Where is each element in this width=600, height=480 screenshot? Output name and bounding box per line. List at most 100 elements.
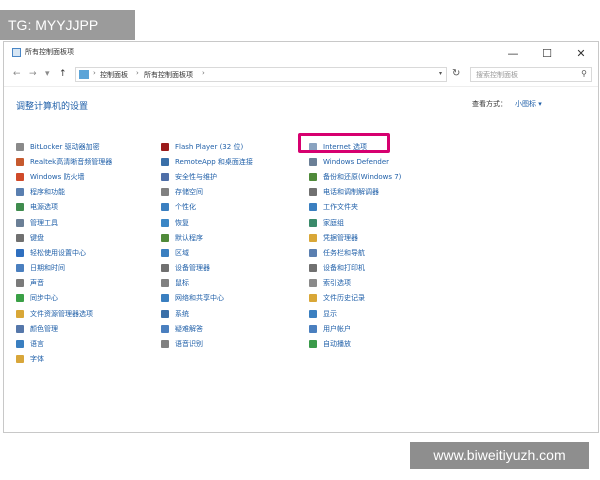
- control-panel-item[interactable]: 备份和还原(Windows 7): [309, 169, 401, 184]
- control-panel-item[interactable]: RemoteApp 和桌面连接: [161, 154, 253, 169]
- control-panel-item[interactable]: 自动播放: [309, 336, 401, 351]
- control-panel-item[interactable]: 凭据管理器: [309, 230, 401, 245]
- control-panel-item-label: BitLocker 驱动器加密: [30, 142, 100, 151]
- control-panel-item-label: 系统: [175, 309, 189, 318]
- control-panel-item[interactable]: 电源选项: [16, 200, 112, 215]
- control-panel-item[interactable]: 安全性与维护: [161, 169, 253, 184]
- sync-center-icon: [16, 294, 24, 303]
- control-panel-item[interactable]: 设备管理器: [161, 261, 253, 276]
- address-dropdown-icon[interactable]: ▾: [439, 70, 442, 77]
- refresh-icon[interactable]: ↻: [452, 68, 460, 79]
- view-by-dropdown[interactable]: 小图标 ▾: [515, 99, 542, 109]
- control-panel-item[interactable]: 工作文件夹: [309, 200, 401, 215]
- bitlocker-icon: [16, 142, 24, 151]
- devices-printers-icon: [309, 264, 317, 273]
- control-panel-item[interactable]: 文件历史记录: [309, 291, 401, 306]
- back-arrow-icon[interactable]: ←: [13, 69, 21, 79]
- items-column-3: Internet 选项 Windows Defender 备份和还原(Windows…: [309, 139, 401, 352]
- control-panel-item[interactable]: 家庭组: [309, 215, 401, 230]
- control-panel-item[interactable]: Flash Player (32 位): [161, 139, 253, 154]
- control-panel-item-label: 自动播放: [323, 340, 351, 349]
- control-panel-item[interactable]: 文件资源管理器选项: [16, 306, 112, 321]
- control-panel-item[interactable]: Realtek高清晰音频管理器: [16, 154, 112, 169]
- display-icon: [309, 309, 317, 318]
- close-button[interactable]: ✕: [564, 42, 598, 64]
- control-panel-item[interactable]: 默认程序: [161, 230, 253, 245]
- taskbar-navigation-icon: [309, 248, 317, 257]
- search-input[interactable]: 搜索控制面板 ⚲: [470, 67, 592, 82]
- breadcrumb-control-panel[interactable]: 控制面板: [100, 70, 128, 80]
- control-panel-item[interactable]: 设备和打印机: [309, 261, 401, 276]
- control-panel-item[interactable]: 轻松使用设置中心: [16, 245, 112, 260]
- control-panel-item[interactable]: 程序和功能: [16, 185, 112, 200]
- control-panel-item-label: 键盘: [30, 233, 44, 242]
- ease-of-access-icon: [16, 248, 24, 257]
- autoplay-icon: [309, 340, 317, 349]
- address-bar[interactable]: › 控制面板 › 所有控制面板项 › ▾: [75, 67, 447, 82]
- remoteapp-icon: [161, 157, 169, 166]
- system-icon: [161, 309, 169, 318]
- keyboard-icon: [16, 233, 24, 242]
- control-panel-item-label: Windows 防火墙: [30, 172, 85, 181]
- control-panel-item-label: 声音: [30, 279, 44, 288]
- control-panel-item[interactable]: 恢复: [161, 215, 253, 230]
- control-panel-item-label: 字体: [30, 355, 44, 364]
- control-panel-item-label: 鼠标: [175, 279, 189, 288]
- control-panel-item-label: 网络和共享中心: [175, 294, 224, 303]
- window-controls: — ☐ ✕: [496, 42, 598, 64]
- control-panel-item[interactable]: 用户帐户: [309, 321, 401, 336]
- control-panel-item[interactable]: Windows Defender: [309, 154, 401, 169]
- control-panel-item-label: 用户帐户: [323, 324, 351, 333]
- control-panel-item[interactable]: Windows 防火墙: [16, 169, 112, 184]
- breadcrumb-separator-icon: ›: [136, 69, 139, 77]
- control-panel-item-label: 家庭组: [323, 218, 344, 227]
- minimize-button[interactable]: —: [496, 42, 530, 64]
- credential-manager-icon: [309, 233, 317, 242]
- breadcrumb-separator-icon: ›: [202, 69, 205, 77]
- recent-locations-dropdown-icon[interactable]: ▾: [45, 69, 50, 79]
- control-panel-icon: [12, 48, 21, 57]
- control-panel-item[interactable]: 存储空间: [161, 185, 253, 200]
- control-panel-item-label: 安全性与维护: [175, 172, 217, 181]
- control-panel-item[interactable]: 个性化: [161, 200, 253, 215]
- sound-icon: [16, 279, 24, 288]
- control-panel-item[interactable]: 颜色管理: [16, 321, 112, 336]
- control-panel-item[interactable]: 声音: [16, 276, 112, 291]
- control-panel-item-label: 轻松使用设置中心: [30, 248, 86, 257]
- control-panel-item[interactable]: 系统: [161, 306, 253, 321]
- homegroup-icon: [309, 218, 317, 227]
- control-panel-item[interactable]: 鼠标: [161, 276, 253, 291]
- control-panel-item[interactable]: 字体: [16, 352, 112, 367]
- control-panel-item[interactable]: 网络和共享中心: [161, 291, 253, 306]
- control-panel-window: 所有控制面板项 — ☐ ✕ ← → ▾ ↑ › 控制面板 › 所有控制面板项 ›…: [3, 41, 599, 433]
- control-panel-item[interactable]: 语音识别: [161, 336, 253, 351]
- admin-tools-icon: [16, 218, 24, 227]
- control-panel-item[interactable]: 键盘: [16, 230, 112, 245]
- search-icon[interactable]: ⚲: [581, 69, 587, 78]
- forward-arrow-icon[interactable]: →: [29, 69, 37, 79]
- maximize-button[interactable]: ☐: [530, 42, 564, 64]
- control-panel-item[interactable]: BitLocker 驱动器加密: [16, 139, 112, 154]
- control-panel-item[interactable]: 索引选项: [309, 276, 401, 291]
- control-panel-item[interactable]: 电话和调制解调器: [309, 185, 401, 200]
- windows-defender-icon: [309, 157, 317, 166]
- breadcrumb-all-items[interactable]: 所有控制面板项: [144, 70, 193, 80]
- watermark-top: TG: MYYJJPP: [0, 10, 135, 40]
- control-panel-item[interactable]: 同步中心: [16, 291, 112, 306]
- control-panel-item[interactable]: 区域: [161, 245, 253, 260]
- control-panel-item[interactable]: 显示: [309, 306, 401, 321]
- control-panel-item[interactable]: 管理工具: [16, 215, 112, 230]
- control-panel-item-label: Flash Player (32 位): [175, 142, 244, 151]
- control-panel-item[interactable]: 任务栏和导航: [309, 245, 401, 260]
- control-panel-item[interactable]: 语言: [16, 336, 112, 351]
- control-panel-item-label: RemoteApp 和桌面连接: [175, 157, 253, 166]
- control-panel-item[interactable]: 日期和时间: [16, 261, 112, 276]
- watermark-bottom: www.biweitiyuzh.com: [410, 442, 589, 469]
- control-panel-item[interactable]: 疑难解答: [161, 321, 253, 336]
- up-arrow-icon[interactable]: ↑: [59, 69, 67, 79]
- control-panel-item-label: 日期和时间: [30, 264, 65, 273]
- fonts-icon: [16, 355, 24, 364]
- folder-options-icon: [16, 309, 24, 318]
- user-accounts-icon: [309, 324, 317, 333]
- personalization-icon: [161, 203, 169, 212]
